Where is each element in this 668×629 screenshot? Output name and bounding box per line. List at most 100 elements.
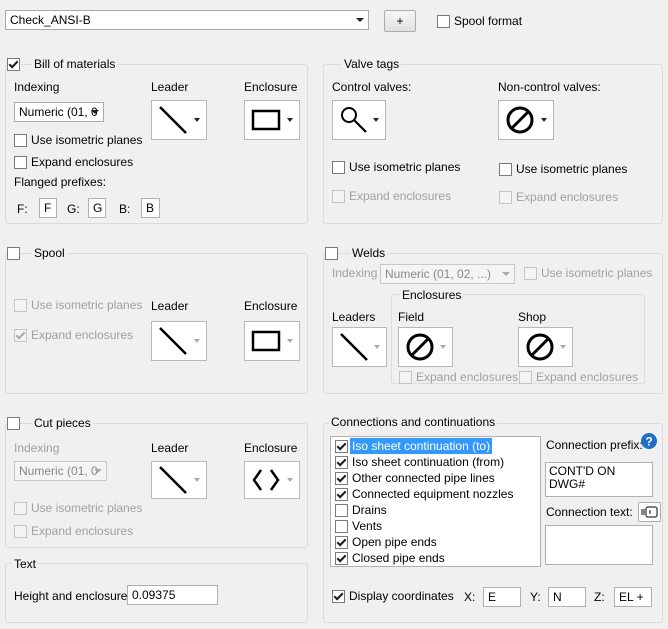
spool-title: Spool	[32, 246, 67, 260]
spool-leader-picker[interactable]	[151, 321, 207, 361]
style-combo[interactable]: Check_ANSI-B	[5, 10, 369, 30]
welds-leader-picker[interactable]	[332, 327, 387, 367]
bom-g-label: G:	[67, 202, 80, 216]
control-valve-picker[interactable]	[332, 100, 386, 140]
display-coords-checkbox[interactable]	[332, 590, 345, 603]
chevron-down-icon	[502, 272, 510, 276]
list-item-checkbox[interactable]	[335, 440, 348, 453]
coord-x-input[interactable]: E	[483, 587, 521, 607]
cut-iso-checkbox[interactable]	[14, 502, 27, 515]
chevron-down-icon	[94, 469, 102, 473]
list-item[interactable]: Open pipe ends	[333, 534, 538, 550]
bom-leader-label: Leader	[151, 80, 189, 94]
welds-field-picker[interactable]	[398, 327, 453, 367]
spool-iso-label: Use isometric planes	[31, 298, 143, 312]
cut-enclosure-label: Enclosure	[244, 441, 298, 455]
bom-f-label: F:	[17, 202, 28, 216]
bom-b-input[interactable]: B	[141, 198, 160, 218]
bom-checkbox[interactable]	[7, 58, 20, 71]
bom-enclosure-picker[interactable]	[244, 100, 300, 140]
chevron-down-icon	[194, 118, 200, 122]
welds-iso-checkbox[interactable]	[524, 267, 537, 280]
cut-iso-label: Use isometric planes	[31, 501, 143, 515]
add-button-label: +	[396, 14, 404, 28]
welds-shop-label: Shop	[518, 310, 547, 324]
bom-f-input[interactable]: F	[39, 198, 57, 218]
cut-title: Cut pieces	[32, 416, 93, 430]
field-insert-icon	[641, 506, 658, 518]
insert-field-button[interactable]	[638, 502, 661, 522]
help-icon[interactable]: ?	[640, 432, 658, 450]
spool-leader-label: Leader	[151, 299, 189, 313]
welds-indexing-combo[interactable]: Numeric (01, 02, ...)	[380, 264, 515, 284]
welds-enclosures-title: Enclosures	[400, 288, 464, 302]
bom-leader-picker[interactable]	[151, 100, 207, 140]
conn-text-textarea[interactable]	[545, 525, 653, 565]
bom-b-label: B:	[119, 202, 131, 216]
conn-list[interactable]: Iso sheet continuation (to) Iso sheet co…	[330, 436, 541, 567]
svg-text:?: ?	[645, 435, 652, 449]
bom-g-input[interactable]: G	[88, 198, 106, 218]
spool-checkbox[interactable]	[7, 247, 20, 260]
list-item[interactable]: Other connected pipe lines	[333, 470, 538, 486]
chevron-down-icon	[374, 345, 380, 349]
list-item-checkbox[interactable]	[335, 552, 348, 565]
valve-noncontrol-expand-label: Expand enclosures	[516, 190, 619, 204]
valve-control-expand-label: Expand enclosures	[349, 189, 452, 203]
list-item[interactable]: Iso sheet continuation (from)	[333, 454, 538, 470]
welds-shop-picker[interactable]	[518, 327, 573, 367]
welds-checkbox[interactable]	[325, 247, 338, 260]
cut-enclosure-picker[interactable]	[244, 461, 300, 499]
cut-leader-picker[interactable]	[151, 461, 207, 499]
bom-expand-label: Expand enclosures	[31, 155, 134, 169]
list-item-checkbox[interactable]	[335, 488, 348, 501]
text-height-label: Height and enclosure:	[14, 589, 131, 603]
list-item[interactable]: Iso sheet continuation (to)	[333, 438, 538, 454]
noncontrol-valve-picker[interactable]	[498, 100, 554, 140]
bom-expand-checkbox[interactable]	[14, 156, 27, 169]
valve-control-iso-checkbox[interactable]	[332, 161, 345, 174]
spool-expand-label: Expand enclosures	[31, 328, 134, 342]
list-item-label: Drains	[352, 503, 387, 517]
valve-noncontrol-iso-label: Use isometric planes	[516, 162, 628, 176]
welds-shop-expand-checkbox[interactable]	[519, 371, 532, 384]
coord-z-input[interactable]: EL +	[614, 587, 652, 607]
list-item-checkbox[interactable]	[335, 456, 348, 469]
spool-format-checkbox[interactable]	[437, 15, 450, 28]
cut-indexing-label: Indexing	[14, 441, 60, 455]
cut-checkbox[interactable]	[7, 417, 20, 430]
spool-enclosure-picker[interactable]	[244, 321, 300, 361]
valve-title: Valve tags	[342, 57, 402, 71]
valve-noncontrol-iso-checkbox[interactable]	[499, 163, 512, 176]
valve-control-expand-checkbox[interactable]	[332, 190, 345, 203]
add-style-button[interactable]: +	[384, 10, 416, 32]
welds-field-label: Field	[398, 310, 425, 324]
bom-indexing-combo[interactable]: Numeric (01, 0	[14, 102, 104, 122]
rectangle-enclosure-icon	[251, 109, 281, 131]
cut-leader-label: Leader	[151, 441, 189, 455]
spool-expand-checkbox[interactable]	[14, 329, 27, 342]
list-item[interactable]: Drains	[333, 502, 538, 518]
text-height-input[interactable]: 0.09375	[127, 585, 218, 605]
list-item-checkbox[interactable]	[335, 536, 348, 549]
angle-brackets-enclosure-icon	[252, 469, 280, 491]
circle-slash-icon	[526, 333, 554, 361]
list-item[interactable]: Closed pipe ends	[333, 550, 538, 566]
coord-y-input[interactable]: N	[548, 587, 586, 607]
spool-iso-checkbox[interactable]	[14, 299, 27, 312]
list-item-label: Other connected pipe lines	[352, 471, 495, 485]
conn-prefix-textarea[interactable]: CONT'D ON DWG#	[545, 462, 653, 497]
list-item-checkbox[interactable]	[335, 520, 348, 533]
conn-prefix-label: Connection prefix:	[546, 438, 643, 452]
bom-iso-planes-checkbox[interactable]	[14, 134, 27, 147]
list-item[interactable]: Connected equipment nozzles	[333, 486, 538, 502]
valve-noncontrol-label: Non-control valves:	[498, 80, 601, 94]
cut-expand-checkbox[interactable]	[14, 525, 27, 538]
list-item-checkbox[interactable]	[335, 472, 348, 485]
welds-title: Welds	[350, 246, 388, 260]
valve-noncontrol-expand-checkbox[interactable]	[499, 191, 512, 204]
list-item[interactable]: Vents	[333, 518, 538, 534]
welds-field-expand-checkbox[interactable]	[399, 371, 412, 384]
cut-indexing-combo[interactable]: Numeric (01, 0	[14, 461, 107, 481]
list-item-checkbox[interactable]	[335, 504, 348, 517]
